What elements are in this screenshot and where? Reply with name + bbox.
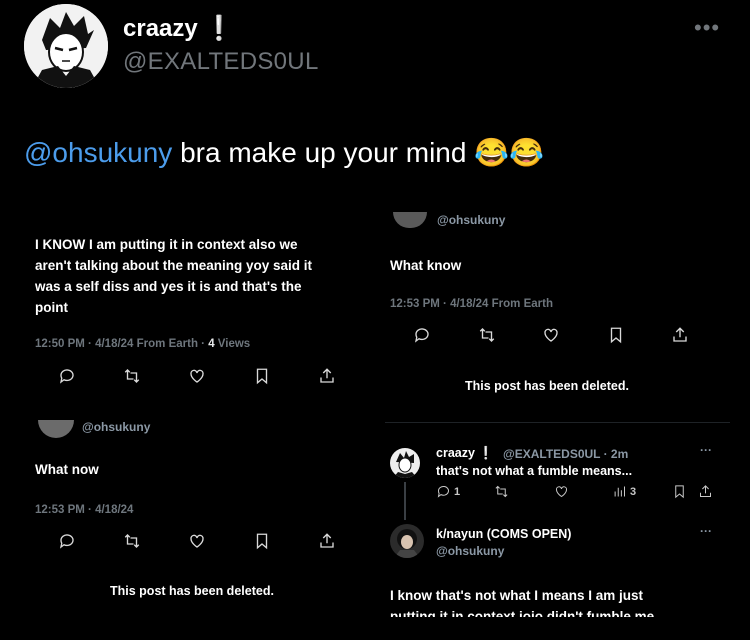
share-icon[interactable] [698,484,713,499]
profile-avatar[interactable] [24,4,108,88]
post-handle[interactable]: @ohsukuny [82,420,150,434]
avatar-cropped[interactable] [393,212,427,228]
like-icon[interactable] [554,484,569,499]
retweet-icon[interactable] [123,367,141,385]
retweet-icon[interactable] [478,326,496,344]
reply-icon[interactable] [436,484,451,499]
bookmark-icon[interactable] [253,367,271,385]
post-meta: 12:53 PM · 4/18/24 [35,504,134,516]
post-handle[interactable]: @ohsukuny [437,213,505,227]
post-text: What know [390,258,462,273]
post-meta: 12:53 PM · 4/18/24 From Earth [390,298,553,310]
reply-icon[interactable] [413,326,431,344]
action-bar [413,326,689,344]
post-meta: 12:50 PM · 4/18/24 From Earth · 4 Views [35,338,251,350]
share-icon[interactable] [318,532,336,550]
exclamation-badge-icon: ❕ [478,446,494,460]
post-text: What now [35,462,99,477]
like-icon[interactable] [188,367,206,385]
reply-handle[interactable]: @ohsukuny [436,544,504,558]
bookmark-icon[interactable] [253,532,271,550]
bookmark-icon[interactable] [607,326,625,344]
emoji: 😂😂 [474,137,544,168]
more-icon[interactable]: ··· [700,524,712,538]
reply-handle-time[interactable]: @EXALTEDS0UL · 2m [503,447,628,461]
thread-line [404,482,406,520]
bookmark-icon[interactable] [672,484,687,499]
views-count: 3 [630,486,637,498]
more-icon[interactable]: ··· [700,443,712,457]
right-screenshot: @ohsukuny What know 12:53 PM · 4/18/24 F… [385,212,730,617]
more-icon[interactable]: ••• [694,15,720,41]
divider [385,422,730,423]
display-name[interactable]: craazy ❕ [123,14,234,43]
like-icon[interactable] [188,532,206,550]
avatar-cropped[interactable] [38,420,74,438]
retweet-icon[interactable] [123,532,141,550]
share-icon[interactable] [671,326,689,344]
left-screenshot: I KNOW I am putting it in context also w… [20,212,375,620]
reply-action-bar: 1 3 [436,484,716,502]
reply-author[interactable]: craazy ❕ [436,446,494,461]
reply-icon[interactable] [58,367,76,385]
deleted-notice: This post has been deleted. [465,379,629,393]
post-text: I KNOW I am putting it in context also w… [35,237,313,315]
tweet-text: @ohsukuny bra make up your mind 😂😂 [24,136,544,169]
user-handle[interactable]: @EXALTEDS0UL [123,48,319,76]
action-bar [58,532,336,550]
tweet-body: bra make up your mind [180,137,467,168]
deleted-notice: This post has been deleted. [110,584,274,598]
action-bar [58,367,336,385]
reply-author[interactable]: k/nayun (COMS OPEN) [436,527,571,541]
exclamation-badge-icon: ❕ [204,15,235,42]
reply-count: 1 [454,486,461,498]
reply-avatar[interactable] [390,448,420,478]
views-icon[interactable] [612,484,627,499]
retweet-icon[interactable] [494,484,509,499]
reply-icon[interactable] [58,532,76,550]
like-icon[interactable] [542,326,560,344]
reply-avatar[interactable] [390,524,424,558]
mention-link[interactable]: @ohsukuny [24,137,172,168]
reply-text: that's not what a fumble means... [436,464,633,478]
share-icon[interactable] [318,367,336,385]
reply-text: I know that's not what I means I am just… [390,588,655,617]
